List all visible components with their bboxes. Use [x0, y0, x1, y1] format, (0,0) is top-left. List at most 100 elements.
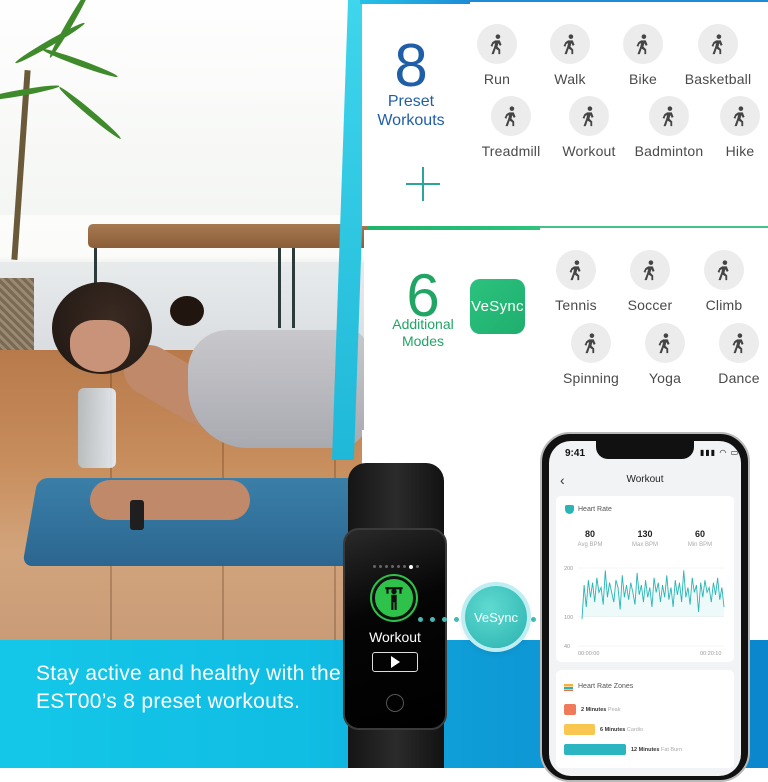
- zones-title: Heart Rate Zones: [578, 683, 634, 690]
- page-dot: [416, 565, 419, 568]
- icon-label: Run: [483, 71, 511, 87]
- zone-text: 2 Minutes Peak: [581, 706, 621, 713]
- heart-icon: [565, 505, 574, 514]
- phone-notch: [596, 441, 694, 459]
- icon-label: Soccer: [627, 297, 673, 313]
- y-tick-label: 100: [564, 615, 573, 621]
- green-divider-thin: [540, 226, 768, 228]
- page-dot: [403, 565, 406, 568]
- yoga-icon: [645, 323, 685, 363]
- y-tick-label: 200: [564, 566, 573, 572]
- stat-min: 60 Min BPM: [675, 529, 725, 548]
- stat-avg: 80 Avg BPM: [565, 529, 615, 548]
- bench-leg: [292, 248, 295, 328]
- hair-bun: [170, 296, 204, 326]
- zone-text: 6 Minutes Cardio: [600, 726, 644, 733]
- sync-dot: [442, 617, 447, 622]
- bench-leg: [278, 248, 281, 328]
- mode-climb: Climb: [679, 250, 768, 313]
- band-page-indicator: [372, 565, 420, 569]
- x-tick-label: 00:00:00: [578, 651, 599, 657]
- stat-label: Avg BPM: [577, 542, 603, 548]
- workout-hike: Hike: [695, 96, 768, 159]
- workout-treadmill: Treadmill: [466, 96, 556, 159]
- stat-value: 80: [584, 529, 595, 539]
- page-dot: [391, 565, 394, 568]
- sync-dot: [430, 617, 435, 622]
- wrist-band: [130, 500, 144, 530]
- icon-label: Treadmill: [481, 143, 541, 159]
- dance-icon: [719, 323, 759, 363]
- y-tick-label: 40: [564, 644, 570, 650]
- band-workout-icon: [372, 576, 416, 620]
- workout-basketball: Basketball: [673, 24, 763, 87]
- preset-label-line2: Workouts: [377, 112, 445, 129]
- person-forearm: [90, 480, 250, 520]
- phone-title: Workout: [626, 474, 664, 485]
- vesync-app-icon: VeSync: [470, 279, 525, 334]
- page-dot: [409, 565, 413, 569]
- additional-modes-panel: 6 Additional Modes Tennis Soccer Climb Spin…: [364, 230, 768, 430]
- walk-icon: [550, 24, 590, 64]
- stat-value: 60: [694, 529, 705, 539]
- workout-workout: Workout: [544, 96, 634, 159]
- bench: [88, 224, 372, 248]
- basketball-icon: [698, 24, 738, 64]
- sync-dot: [454, 617, 459, 622]
- page-dot: [379, 565, 382, 568]
- tagline: Stay active and healthy with the EST00’s…: [36, 662, 341, 713]
- vesync-app-name: VeSync: [471, 298, 524, 315]
- run-icon: [477, 24, 517, 64]
- status-time: 9:41: [565, 448, 586, 459]
- icon-label: Climb: [705, 297, 743, 313]
- climb-icon: [704, 250, 744, 290]
- lifestyle-photo: [0, 0, 372, 640]
- zone-name: Fat Burn: [660, 746, 683, 753]
- icon-label: Dance: [718, 370, 760, 386]
- icon-label: Yoga: [648, 370, 682, 386]
- badminton-icon: [649, 96, 689, 136]
- tennis-icon: [556, 250, 596, 290]
- hike-icon: [720, 96, 760, 136]
- page-dot: [397, 565, 400, 568]
- zone-row: 12 Minutes Fat Burn: [564, 744, 682, 755]
- icon-label: Bike: [628, 71, 658, 87]
- icon-label: Workout: [562, 143, 616, 159]
- additional-label-line2: Modes: [401, 333, 445, 349]
- back-button[interactable]: ‹: [560, 472, 565, 488]
- zone-name: Cardio: [626, 726, 644, 733]
- heart-rate-title: Heart Rate: [578, 506, 612, 513]
- treadmill-icon: [491, 96, 531, 136]
- heart-rate-chart: 200 100 40 00:00:00 00:20:10: [564, 566, 725, 657]
- water-bottle: [78, 388, 116, 468]
- top-accent-line: [470, 0, 768, 2]
- band-home-button[interactable]: [386, 694, 404, 712]
- zone-row: 6 Minutes Cardio: [564, 724, 643, 735]
- zone-name: Peak: [607, 706, 621, 713]
- zone-bar: [564, 704, 576, 715]
- person-face: [70, 320, 130, 372]
- zone-text: 12 Minutes Fat Burn: [631, 746, 683, 753]
- bike-icon: [623, 24, 663, 64]
- band-mode-label: Workout: [369, 629, 421, 645]
- weightlifting-icon: [569, 96, 609, 136]
- x-tick-label: 00:20:10: [700, 651, 721, 657]
- zones-icon: [564, 684, 573, 691]
- page-dot: [373, 565, 376, 568]
- band-play-button[interactable]: [372, 652, 418, 672]
- icon-label: Badminton: [634, 143, 704, 159]
- zone-row: 2 Minutes Peak: [564, 704, 620, 715]
- soccer-icon: [630, 250, 670, 290]
- zone-bar: [564, 724, 595, 735]
- vesync-badge-label: VeSync: [473, 609, 519, 625]
- stat-label: Max BPM: [631, 542, 658, 548]
- icon-label: Hike: [725, 143, 755, 159]
- spinning-icon: [571, 323, 611, 363]
- stat-value: 130: [637, 529, 653, 539]
- stat-max: 130 Max BPM: [620, 529, 670, 548]
- sync-dot: [531, 617, 536, 622]
- page-dot: [385, 565, 388, 568]
- mode-dance: Dance: [694, 323, 768, 386]
- status-icons: ▮▮▮ ◠ ▭: [700, 448, 740, 457]
- plus-icon: [406, 167, 440, 201]
